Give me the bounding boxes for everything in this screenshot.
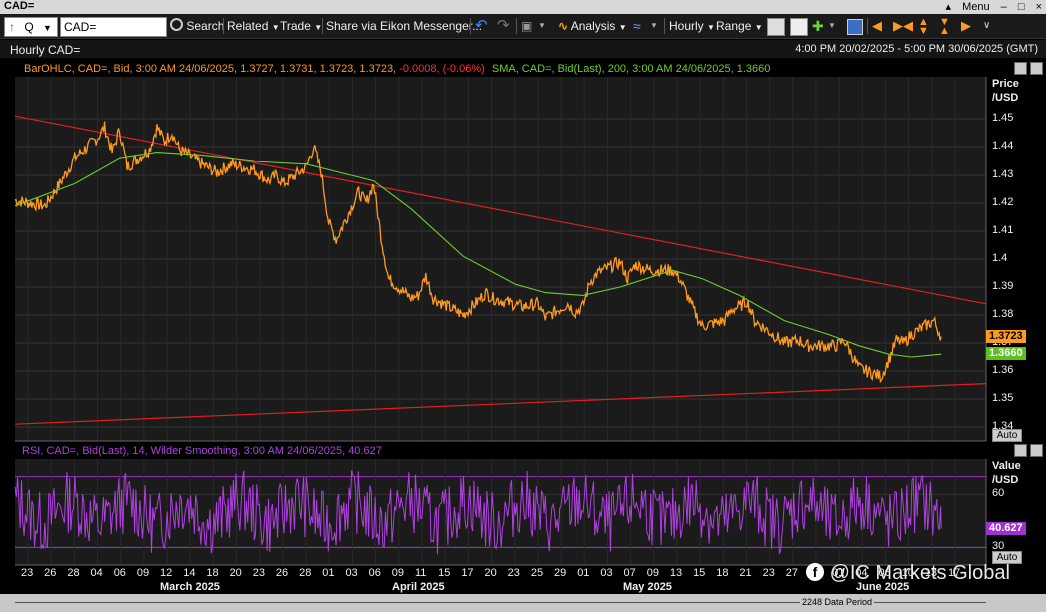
x-day-label: 09 (646, 567, 659, 579)
price-tick-label: 1.44 (992, 140, 1014, 152)
sma-value-badge: 1.3660 (986, 347, 1026, 361)
x-day-label: 18 (206, 567, 219, 579)
pane-maximize-button[interactable] (1014, 62, 1027, 75)
rsi-pane-maximize-button[interactable] (1014, 444, 1027, 457)
chart-svg[interactable] (0, 0, 1046, 612)
x-day-label: 13 (669, 567, 683, 579)
x-day-label: 23 (252, 567, 265, 579)
x-day-label: 28 (67, 567, 80, 579)
sma-legend[interactable]: SMA, CAD=, Bid(Last), 200, 3:00 AM 24/06… (492, 63, 771, 75)
price-tick-label: 1.38 (992, 308, 1014, 320)
price-tick-label: 1.45 (992, 112, 1014, 124)
x-day-label: 26 (275, 567, 289, 579)
price-tick-label: 1.39 (992, 280, 1014, 292)
x-day-label: 23 (21, 567, 34, 579)
x-day-label: 20 (229, 567, 242, 579)
x-day-label: 04 (90, 567, 103, 579)
bar-ohlc-legend[interactable]: BarOHLC, CAD=, Bid, 3:00 AM 24/06/2025, … (24, 63, 396, 75)
rsi-pane-close-button[interactable] (1030, 444, 1043, 457)
price-axis-unit: /USD (992, 92, 1019, 104)
x-day-label: 15 (693, 567, 706, 579)
price-tick-label: 1.36 (992, 364, 1014, 376)
data-period-label: 2248 Data Period (800, 597, 875, 607)
rsi-tick-label: 60 (992, 487, 1005, 500)
x-day-label: 17 (461, 567, 474, 579)
rsi-axis-title: Value (992, 460, 1021, 472)
x-day-label: 09 (391, 567, 405, 579)
x-month-label: March 2025 (160, 581, 220, 593)
watermark-text: @IC Markets Global (829, 562, 1010, 584)
price-legend: BarOHLC, CAD=, Bid, 3:00 AM 24/06/2025, … (24, 63, 770, 75)
x-day-label: 06 (113, 567, 126, 579)
x-day-label: 26 (44, 567, 57, 579)
x-day-label: 12 (160, 567, 173, 579)
last-price-badge: 1.3723 (986, 329, 1026, 343)
x-day-label: 23 (507, 567, 520, 579)
price-axis-title: Price (992, 78, 1019, 90)
x-day-label: 29 (554, 567, 567, 579)
x-day-label: 27 (785, 567, 799, 579)
x-day-label: 03 (345, 567, 358, 579)
x-month-label: April 2025 (392, 581, 445, 593)
footer-bar: 2248 Data Period (0, 594, 1046, 612)
rsi-value-badge: 40.627 (986, 521, 1026, 535)
price-tick-label: 1.43 (992, 168, 1014, 180)
pane-close-button[interactable] (1030, 62, 1043, 75)
x-day-label: 03 (600, 567, 613, 579)
x-day-label: 18 (716, 567, 729, 579)
price-tick-label: 1.35 (992, 392, 1014, 404)
x-day-label: 20 (484, 567, 497, 579)
x-day-label: 07 (623, 567, 636, 579)
x-day-label: 14 (183, 567, 196, 579)
bar-change-legend: -0.0008, (-0.06%) (399, 63, 485, 75)
x-month-label: May 2025 (623, 581, 672, 593)
x-day-label: 11 (414, 567, 427, 579)
rsi-axis-unit: /USD (992, 474, 1019, 486)
x-day-label: 25 (530, 567, 544, 579)
x-day-label: 06 (368, 567, 381, 579)
rsi-legend[interactable]: RSI, CAD=, Bid(Last), 14, Wilder Smoothi… (22, 445, 382, 457)
x-day-label: 21 (739, 567, 752, 579)
x-day-label: 01 (577, 567, 590, 579)
price-tick-label: 1.42 (992, 196, 1014, 208)
x-day-label: 09 (136, 567, 150, 579)
facebook-icon: f (806, 563, 824, 581)
x-day-label: 01 (322, 567, 335, 579)
price-tick-label: 1.4 (992, 252, 1008, 264)
watermark: f @IC Markets Global (806, 562, 1010, 585)
price-auto-scale-button[interactable]: Auto (992, 429, 1022, 442)
time-gridlines (27, 77, 956, 565)
x-day-label: 23 (762, 567, 775, 579)
x-day-label: 15 (438, 567, 451, 579)
price-tick-label: 1.41 (992, 224, 1014, 236)
x-day-label: 28 (299, 567, 312, 579)
